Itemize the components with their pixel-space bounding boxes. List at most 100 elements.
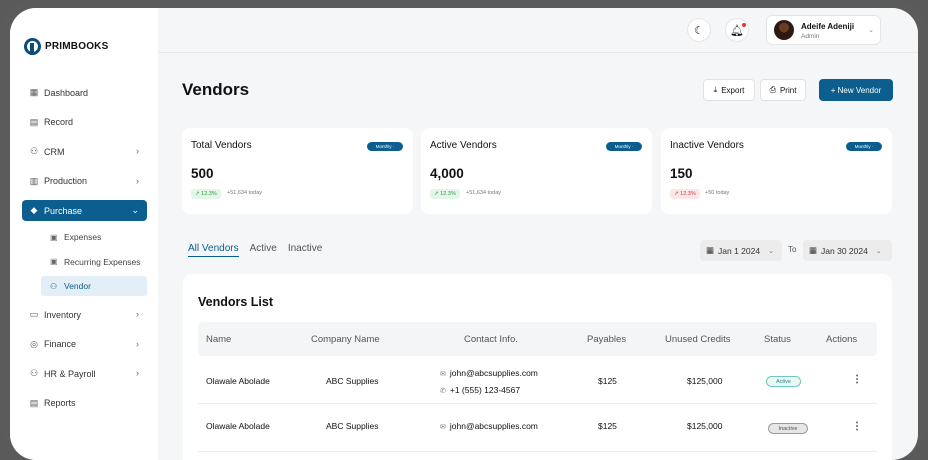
vendor-company: ABC Supplies <box>326 421 379 431</box>
column-header: Company Name <box>311 334 380 345</box>
chevron-right-icon: › <box>136 175 139 186</box>
sidebar-item-reports[interactable]: ▤ Reports <box>22 389 147 419</box>
sidebar-subitem-label: Expenses <box>64 232 102 243</box>
row-actions-button[interactable]: ⋮ <box>852 374 862 385</box>
date-to-value: Jan 30 2024 <box>821 245 868 256</box>
people-icon: ⚇ <box>50 281 58 291</box>
table-row[interactable]: Olawale Abolade ABC Supplies ✉ john@abcsu… <box>198 356 877 404</box>
export-button[interactable]: ⤓ Export <box>703 79 755 101</box>
chevron-right-icon: › <box>136 368 139 378</box>
stat-delta: ↗ 12.3% <box>430 189 460 199</box>
column-header: Contact Info. <box>464 334 518 345</box>
sidebar-subitem-expenses[interactable]: ▣ Expenses <box>22 225 147 250</box>
column-header: Unused Credits <box>665 334 731 345</box>
period-select[interactable]: Monthly · <box>606 142 642 151</box>
sidebar: PRIMBOOKS ▦ Dashboard ▤ Record ⚇ CRM › ▥ <box>10 8 158 460</box>
vendors-list-card: Vendors List Name Company Name Contact I… <box>183 274 892 460</box>
mail-icon: ✉ <box>440 424 446 431</box>
vendor-tabs: All Vendors Active Inactive <box>188 243 322 257</box>
factory-icon: ▥ <box>29 175 39 186</box>
vendor-payables: $125 <box>598 421 617 431</box>
sidebar-subitem-label: Recurring Expenses <box>64 256 141 267</box>
column-header: Name <box>206 334 232 345</box>
user-role: Admin <box>801 33 820 40</box>
vendor-credits: $125,000 <box>687 421 723 431</box>
mail-icon: ✉ <box>440 371 446 378</box>
date-to-picker[interactable]: ▦ Jan 30 2024 ⌄ <box>803 240 892 261</box>
sidebar-item-label: Finance <box>44 339 77 350</box>
column-header: Actions <box>826 334 858 345</box>
stat-note: +50 today <box>705 190 730 196</box>
chevron-right-icon: › <box>136 309 139 319</box>
new-vendor-button[interactable]: + New Vendor <box>819 79 893 101</box>
period-select[interactable]: Monthly · <box>367 142 403 151</box>
chevron-right-icon: › <box>136 146 139 156</box>
logo-icon <box>24 38 41 55</box>
vendor-email: ✉ john@abcsupplies.com <box>440 368 538 378</box>
vendor-email: ✉ john@abcsupplies.com <box>440 421 538 431</box>
stat-title: Total Vendors <box>191 140 252 151</box>
date-from-picker[interactable]: ▦ Jan 1 2024 ⌄ <box>700 240 782 261</box>
stat-value: 150 <box>670 166 693 181</box>
sidebar-item-label: Purchase <box>44 205 83 216</box>
chevron-down-icon: ⌄ <box>868 27 874 34</box>
email-text: john@abcsupplies.com <box>449 368 538 378</box>
sidebar-subitem-vendor[interactable]: ⚇ Vendor <box>41 276 147 296</box>
vendor-payables: $125 <box>598 376 617 386</box>
vendor-credits: $125,000 <box>687 376 723 386</box>
sidebar-item-hr-payroll[interactable]: ⚇ HR & Payroll › <box>22 359 147 389</box>
theme-toggle-button[interactable]: ☾ <box>687 18 711 42</box>
brand-logo[interactable]: PRIMBOOKS <box>24 38 108 55</box>
sidebar-item-purchase[interactable]: ◆ Purchase ⌄ <box>22 200 147 221</box>
column-header: Payables <box>587 334 627 345</box>
tag-icon: ◆ <box>30 205 38 215</box>
sidebar-item-inventory[interactable]: ▭ Inventory › <box>22 300 147 330</box>
sidebar-item-production[interactable]: ▥ Production › <box>22 167 147 197</box>
tab-all-vendors[interactable]: All Vendors <box>188 243 239 257</box>
page-title: Vendors <box>182 80 250 99</box>
stat-delta: ↗ 12.3% <box>191 189 221 199</box>
people-icon: ⚇ <box>29 146 39 157</box>
top-bar: ☾ 🔔︎ Adeife Adeniji Admin ⌄ <box>158 8 918 53</box>
sidebar-item-label: HR & Payroll <box>44 368 96 379</box>
bell-icon: 🔔︎ <box>730 22 746 37</box>
device-frame: PRIMBOOKS ▦ Dashboard ▤ Record ⚇ CRM › ▥ <box>0 0 928 460</box>
row-actions-button[interactable]: ⋮ <box>852 421 862 432</box>
period-select[interactable]: Monthly · <box>846 142 882 151</box>
export-label: Export <box>721 85 745 95</box>
sidebar-item-dashboard[interactable]: ▦ Dashboard <box>22 78 147 108</box>
chevron-down-icon: ⌄ <box>875 247 882 255</box>
tab-active[interactable]: Active <box>250 243 277 257</box>
moon-icon: ☾ <box>694 24 704 37</box>
sidebar-subitem-recurring-expenses[interactable]: ▣ Recurring Expenses <box>22 250 147 275</box>
stat-note: +51,634 today <box>227 190 263 196</box>
calendar-icon: ▦ <box>809 245 818 255</box>
stat-delta: ↗ 12.3% <box>670 189 700 199</box>
sidebar-item-label: CRM <box>44 146 65 157</box>
email-text: john@abcsupplies.com <box>449 421 538 431</box>
download-icon: ⤓ <box>713 85 718 94</box>
notifications-button[interactable]: 🔔︎ <box>725 18 749 42</box>
status-badge: Active <box>766 376 801 387</box>
grid-icon: ▦ <box>29 87 39 98</box>
print-button[interactable]: ⎙ Print <box>760 79 806 101</box>
date-range-separator: To <box>788 245 797 254</box>
phone-text: +1 (555) 123-4567 <box>449 385 521 395</box>
stat-title: Inactive Vendors <box>670 140 744 151</box>
table-row[interactable]: Olawale Abolade ABC Supplies ✉ john@abcsu… <box>198 404 877 452</box>
stat-note: +51,634 today <box>466 190 502 196</box>
sidebar-subitem-label: Vendor <box>64 281 91 291</box>
sidebar-item-crm[interactable]: ⚇ CRM › <box>22 137 147 167</box>
stat-value: 500 <box>191 166 214 181</box>
sidebar-item-finance[interactable]: ◎ Finance › <box>22 330 147 360</box>
chevron-right-icon: › <box>136 338 139 349</box>
vendor-name: Olawale Abolade <box>206 376 270 386</box>
user-menu[interactable]: Adeife Adeniji Admin ⌄ <box>766 15 881 45</box>
sidebar-item-label: Record <box>44 117 74 128</box>
sidebar-item-record[interactable]: ▤ Record <box>22 108 147 138</box>
stat-card-inactive: Inactive Vendors Monthly · 150 ↗ 12.3% +… <box>661 128 892 214</box>
tab-inactive[interactable]: Inactive <box>288 243 322 257</box>
vendor-company: ABC Supplies <box>326 376 379 386</box>
avatar <box>774 20 794 40</box>
team-icon: ⚇ <box>29 368 39 379</box>
